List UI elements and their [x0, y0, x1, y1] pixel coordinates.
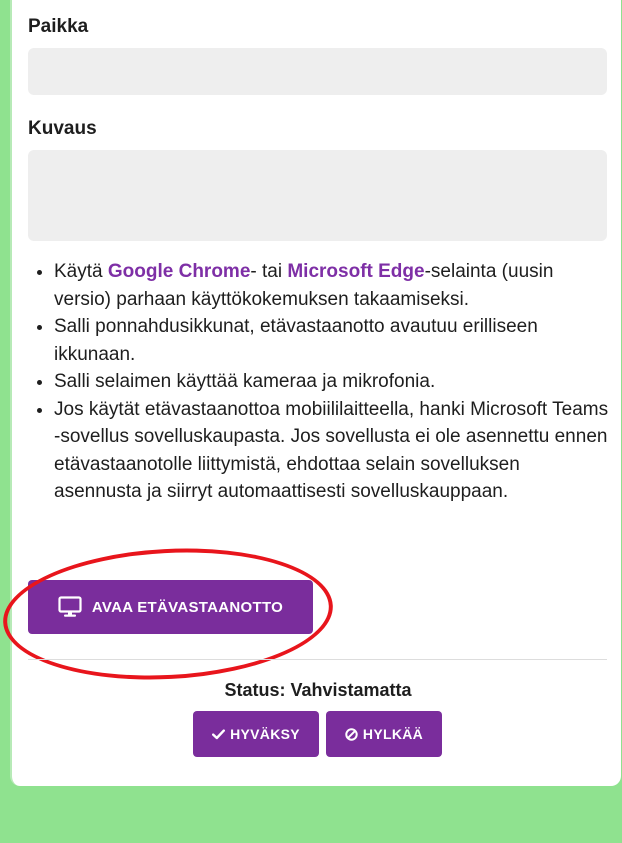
- item1-mid: - tai: [250, 261, 288, 282]
- place-field[interactable]: [28, 48, 607, 95]
- chrome-link[interactable]: Google Chrome: [108, 261, 251, 282]
- open-remote-appointment-button[interactable]: AVAA ETÄVASTAANOTTO: [28, 580, 313, 634]
- item1-prefix: Käytä: [54, 261, 108, 282]
- list-item: Salli ponnahdusikkunat, etävastaanotto a…: [30, 313, 610, 368]
- place-label: Paikka: [28, 16, 89, 37]
- monitor-icon: [58, 596, 82, 618]
- accept-button[interactable]: HYVÄKSY: [193, 711, 319, 757]
- ban-icon: [345, 727, 358, 741]
- edge-link[interactable]: Microsoft Edge: [287, 261, 424, 282]
- reject-button[interactable]: HYLKÄÄ: [326, 711, 442, 757]
- description-field[interactable]: [28, 150, 607, 241]
- list-item: Käytä Google Chrome- tai Microsoft Edge-…: [30, 258, 610, 313]
- status-text: Status: Vahvistamatta: [224, 680, 412, 700]
- open-button-label: AVAA ETÄVASTAANOTTO: [91, 598, 284, 616]
- list-item: Jos käytät etävastaanottoa mobiililaitte…: [30, 396, 610, 506]
- instructions-list: Käytä Google Chrome- tai Microsoft Edge-…: [30, 258, 610, 506]
- reject-label: HYLKÄÄ: [362, 726, 424, 742]
- accept-label: HYVÄKSY: [230, 726, 300, 742]
- list-item: Salli selaimen käyttää kameraa ja mikrof…: [30, 368, 610, 396]
- check-icon: [212, 728, 226, 740]
- description-label: Kuvaus: [28, 118, 97, 139]
- divider: [28, 659, 607, 660]
